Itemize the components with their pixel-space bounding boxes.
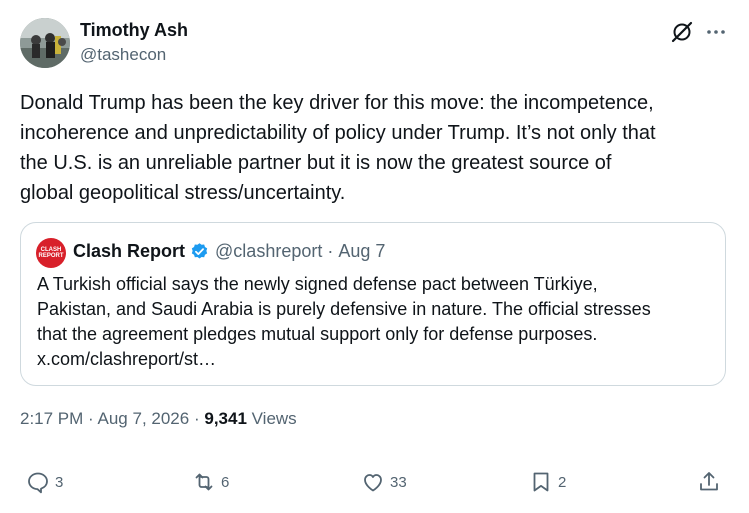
- quoted-author-avatar[interactable]: CLASH REPORT: [36, 238, 66, 268]
- views-count: 9,341: [204, 409, 247, 428]
- like-icon: [364, 474, 382, 492]
- verified-badge-icon: [191, 243, 208, 259]
- quoted-avatar-logo-text: CLASH REPORT: [38, 247, 64, 259]
- tweet-text-line: global geopolitical stress/uncertainty.: [20, 182, 346, 204]
- quoted-author-handle[interactable]: @clashreport: [215, 241, 322, 262]
- quoted-text-line: A Turkish official says the newly signed…: [37, 274, 598, 294]
- tweet-meta: 2:17 PM · Aug 7, 2026 · 9,341 Views: [20, 409, 297, 429]
- separator-dot: ·: [327, 241, 334, 261]
- grok-icon: [671, 21, 693, 43]
- tweet-text-line: incoherence and unpredictability of poli…: [20, 122, 656, 144]
- share-icon: [700, 472, 718, 491]
- more-button[interactable]: [704, 20, 728, 44]
- more-icon: [707, 30, 725, 34]
- reply-icon: [28, 472, 48, 494]
- tweet-text: Donald Trump has been the key driver for…: [20, 88, 732, 208]
- bookmark-icon: [533, 472, 549, 492]
- like-count: 33: [390, 473, 407, 491]
- avatar-image: [20, 18, 70, 68]
- like-button[interactable]: 33: [361, 470, 407, 494]
- quoted-text-line: that the agreement pledges mutual suppor…: [37, 324, 598, 344]
- views-label: Views: [251, 409, 297, 428]
- bookmark-button[interactable]: 2: [529, 470, 566, 494]
- quoted-header: Clash Report @clashreport · Aug 7: [73, 241, 385, 262]
- repost-count: 6: [221, 473, 230, 491]
- author-handle[interactable]: @tashecon: [80, 45, 166, 65]
- repost-button[interactable]: 6: [192, 470, 229, 494]
- quoted-date[interactable]: Aug 7: [338, 241, 385, 262]
- grok-button[interactable]: [670, 20, 694, 44]
- separator-dot: ·: [88, 409, 94, 428]
- reply-count: 3: [55, 473, 64, 491]
- quoted-text-line: Pakistan, and Saudi Arabia is purely def…: [37, 299, 651, 319]
- quoted-tweet-card[interactable]: CLASH REPORT Clash Report @clashreport ·…: [20, 222, 726, 386]
- author-name[interactable]: Timothy Ash: [80, 20, 188, 41]
- quoted-link[interactable]: x.com/clashreport/st…: [37, 347, 717, 372]
- separator-dot: ·: [193, 409, 200, 428]
- reply-button[interactable]: 3: [26, 470, 63, 494]
- tweet-time[interactable]: 2:17 PM: [20, 409, 83, 428]
- tweet-date[interactable]: Aug 7, 2026: [98, 409, 190, 428]
- tweet-text-line: the U.S. is an unreliable partner but it…: [20, 152, 612, 174]
- quoted-author-name[interactable]: Clash Report: [73, 241, 185, 262]
- tweet: Timothy Ash @tashecon Donald Trump has b…: [0, 0, 749, 513]
- bookmark-count: 2: [558, 473, 567, 491]
- quoted-text: A Turkish official says the newly signed…: [37, 272, 717, 372]
- author-avatar[interactable]: [20, 18, 70, 68]
- repost-icon: [195, 473, 213, 491]
- share-button[interactable]: [697, 470, 721, 494]
- tweet-text-line: Donald Trump has been the key driver for…: [20, 92, 654, 114]
